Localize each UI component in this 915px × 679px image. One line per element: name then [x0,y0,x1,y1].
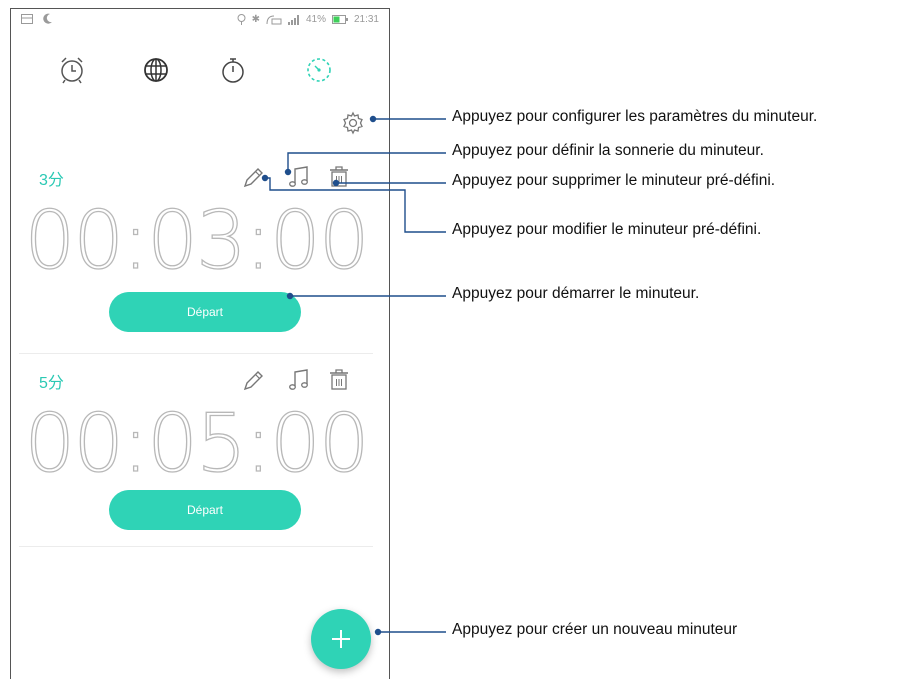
callout-lines [261,115,446,636]
annotation-ringtone: Appuyez pour définir la sonnerie du minu… [452,142,764,159]
annotation-add: Appuyez pour créer un nouveau minuteur [452,621,738,638]
annotation-start: Appuyez pour démarrer le minuteur. [452,285,700,302]
annotation-delete: Appuyez pour supprimer le minuteur pré-d… [452,172,776,189]
annotation-edit: Appuyez pour modifier le minuteur pré-dé… [452,221,762,238]
annotation-settings: Appuyez pour configurer les paramètres d… [452,108,818,125]
